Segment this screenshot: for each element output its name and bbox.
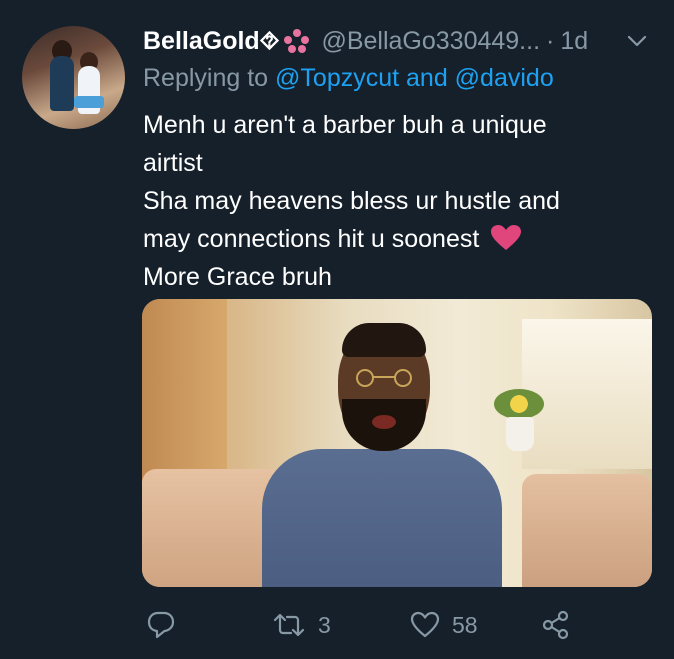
chevron-down-icon[interactable] — [626, 30, 648, 52]
retweet-button[interactable]: 3 — [272, 605, 331, 645]
tweet-actions: 3 58 — [0, 605, 674, 645]
text-line: Sha may heavens bless ur hustle and — [143, 187, 560, 215]
timestamp[interactable]: 1d — [560, 27, 588, 56]
text-line: airtist — [143, 149, 203, 177]
flower-emoji-icon — [283, 29, 310, 53]
reply-button[interactable] — [146, 605, 176, 645]
text-line-with-heart: may connections hit u soonest — [143, 220, 648, 258]
text-line: may connections hit u soonest — [143, 225, 480, 253]
replying-to: Replying to @Topzycut and @davido — [143, 64, 554, 93]
replying-prefix: Replying to — [143, 64, 276, 92]
text-line: More Grace bruh — [143, 263, 332, 291]
share-icon — [542, 610, 569, 640]
user-handle[interactable]: @BellaGo330449... — [321, 27, 540, 56]
tweet-image[interactable] — [142, 299, 652, 587]
like-count: 58 — [452, 611, 478, 638]
like-button[interactable]: 58 — [410, 605, 478, 645]
tweet-header: BellaGold⯑ @BellaGo330449... · 1d — [143, 24, 588, 58]
replying-to-users[interactable]: @Topzycut and @davido — [275, 64, 554, 92]
retweet-icon — [273, 613, 305, 637]
tweet-text: Menh u aren't a barber buh a unique airt… — [143, 106, 648, 296]
heart-icon — [410, 611, 440, 638]
heart-emoji-icon — [491, 225, 522, 250]
reply-icon — [147, 611, 175, 639]
share-button[interactable] — [541, 605, 571, 645]
text-line: Menh u aren't a barber buh a unique — [143, 111, 547, 139]
display-name[interactable]: BellaGold⯑ — [143, 27, 279, 56]
avatar[interactable] — [22, 26, 125, 129]
retweet-count: 3 — [318, 611, 331, 638]
separator-dot: · — [546, 26, 555, 55]
